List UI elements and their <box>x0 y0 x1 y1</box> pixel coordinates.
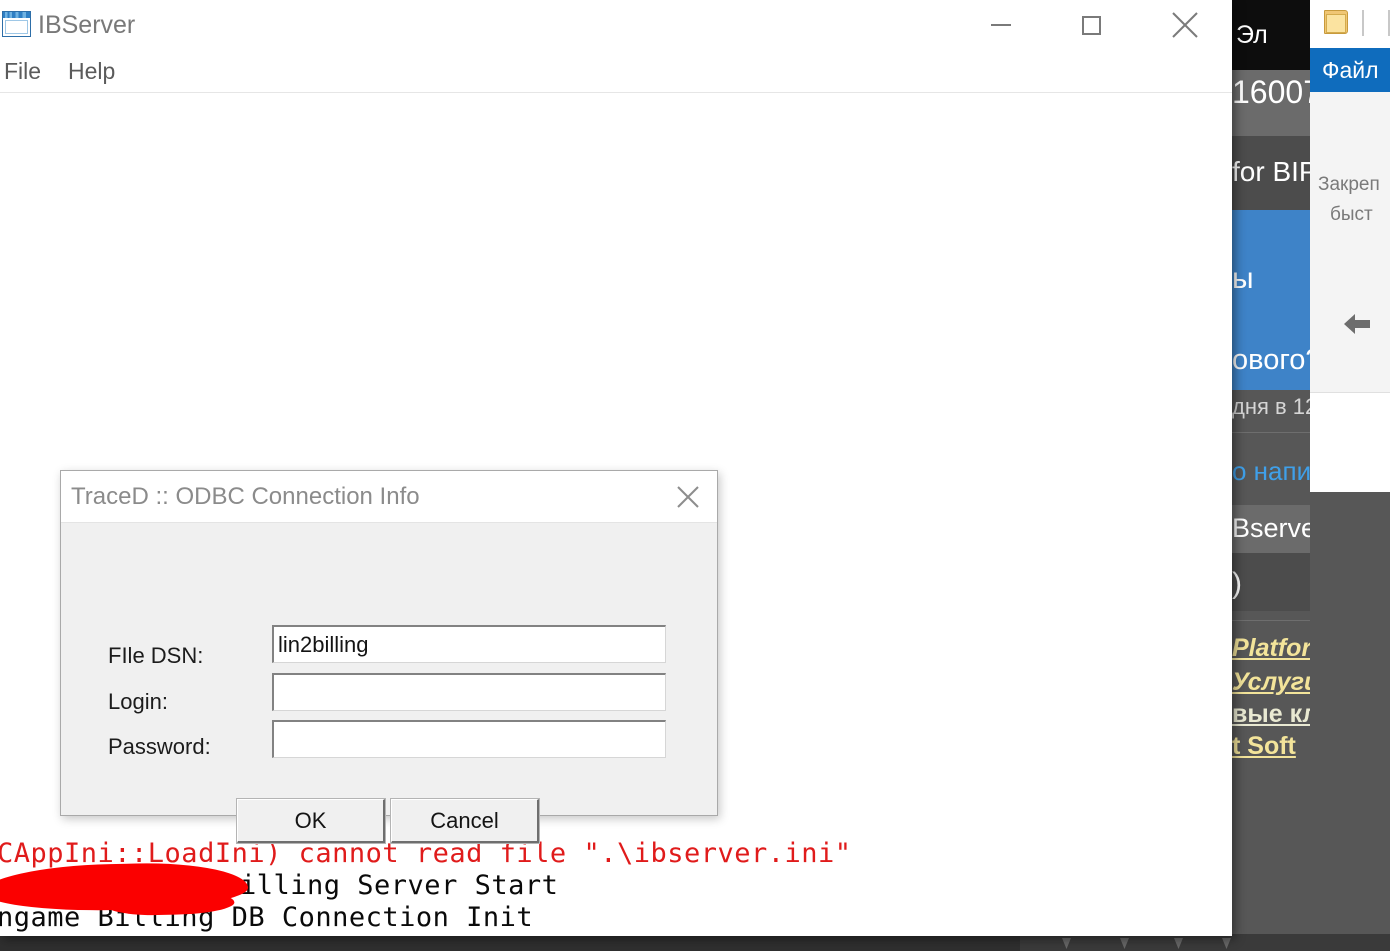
maximize-icon <box>1081 15 1101 35</box>
dialog-titlebar: TraceD :: ODBC Connection Info <box>61 471 717 523</box>
minimize-icon <box>991 24 1011 26</box>
login-label: Login: <box>108 689 168 714</box>
login-input[interactable] <box>272 673 666 711</box>
file-dsn-label: FIle DSN: <box>108 643 204 668</box>
password-input[interactable] <box>272 720 666 758</box>
messenger-header: Эл <box>1228 0 1310 70</box>
messenger-separator <box>1228 620 1310 621</box>
dialog-body: FIle DSN: Login: Password: OK Cancel <box>61 524 717 844</box>
explorer-ribbon-tab-file[interactable]: Файл <box>1310 48 1390 92</box>
ibserver-window: IBServer File Help CAppIni::LoadIni) can… <box>0 0 1232 936</box>
messenger-message[interactable]: ового? <box>1228 330 1310 390</box>
cancel-button[interactable]: Cancel <box>390 798 540 844</box>
messenger-message[interactable]: дня в 12 <box>1228 390 1310 428</box>
window-app-icon <box>2 11 31 37</box>
explorer-body-line1: Закреп <box>1318 174 1380 195</box>
messenger-link[interactable]: Platform <box>1228 630 1310 664</box>
desktop-taskbar-shade <box>0 934 1020 951</box>
explorer-body-line2: быст <box>1330 204 1373 225</box>
messenger-link[interactable]: вые кл <box>1228 696 1310 728</box>
messenger-link[interactable]: Услуги <box>1228 664 1310 696</box>
messenger-message[interactable]: for BIP <box>1228 136 1310 210</box>
messenger-separator <box>1228 432 1310 433</box>
dialog-title: TraceD :: ODBC Connection Info <box>71 483 420 510</box>
dialog-close-button[interactable] <box>663 471 713 522</box>
toolbar-divider <box>1362 10 1364 36</box>
folder-icon[interactable] <box>1324 6 1350 36</box>
explorer-divider <box>1310 392 1390 393</box>
window-title: IBServer <box>38 11 136 39</box>
messenger-message[interactable]: о напис <box>1228 452 1310 502</box>
explorer-body-text: Закреп быст <box>1310 92 1390 392</box>
maximize-button[interactable] <box>1068 0 1114 50</box>
menu-item-file[interactable]: File <box>0 50 51 93</box>
messenger-message[interactable]: ) <box>1228 553 1310 611</box>
password-label: Password: <box>108 734 211 759</box>
background-explorer-panel: Файл Закреп быст <box>1310 0 1390 492</box>
window-titlebar: IBServer <box>0 0 1232 50</box>
messenger-message[interactable]: 16007 <box>1228 70 1310 136</box>
screen-root: Эл 16007 for BIP ы ового? дня в 12 о нап… <box>0 0 1390 951</box>
close-icon <box>1172 12 1198 38</box>
file-dsn-input[interactable] <box>272 625 666 663</box>
minimize-button[interactable] <box>978 0 1024 50</box>
ok-button[interactable]: OK <box>236 798 386 844</box>
console-line: illing Server Start <box>240 870 559 901</box>
close-icon <box>677 485 699 508</box>
odbc-connection-dialog: TraceD :: ODBC Connection Info FIle DSN:… <box>60 470 718 844</box>
close-button[interactable] <box>1162 0 1208 50</box>
explorer-toolbar <box>1310 0 1390 48</box>
back-arrow-icon[interactable] <box>1340 308 1376 340</box>
messenger-message[interactable]: Bserver <box>1228 505 1310 553</box>
menu-item-help[interactable]: Help <box>58 50 125 93</box>
messenger-message[interactable]: ы <box>1228 210 1310 330</box>
window-menubar: File Help <box>0 50 1232 93</box>
messenger-link[interactable]: t Soft <box>1228 728 1310 762</box>
